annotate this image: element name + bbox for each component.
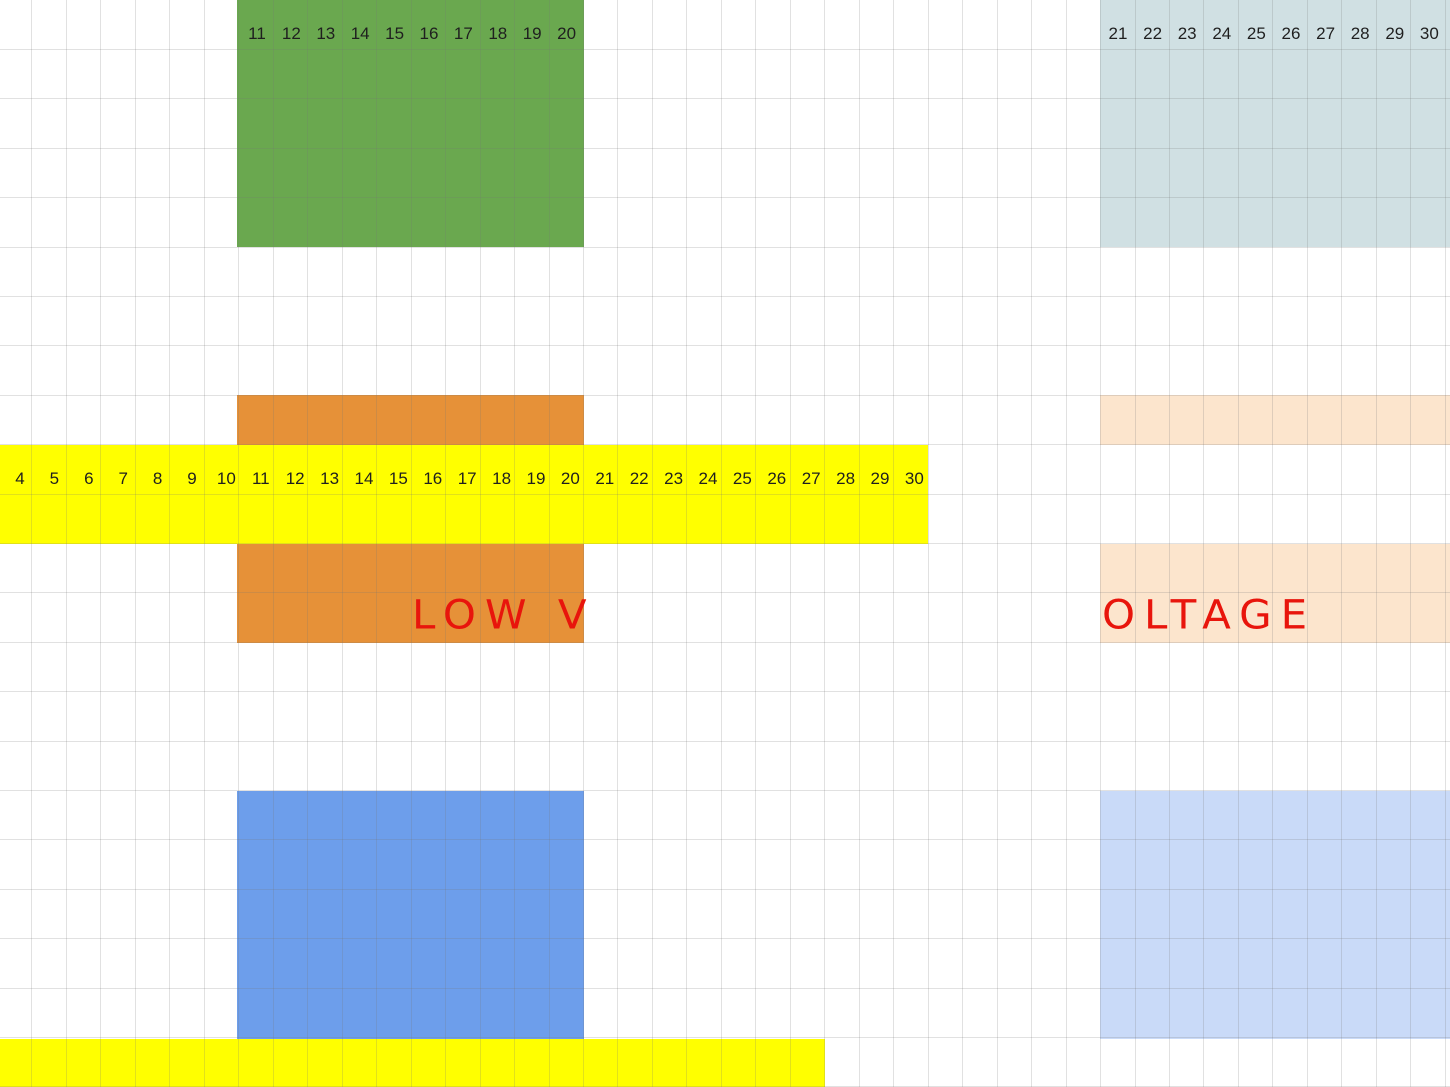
yellow-band-bottom[interactable]: [0, 1039, 825, 1087]
gray-label-28: 28: [1350, 24, 1370, 43]
gray-label-22: 22: [1143, 24, 1163, 43]
light-blue-block[interactable]: [1100, 791, 1450, 1039]
yellow-label-28: 28: [836, 469, 856, 488]
green-label-17: 17: [453, 24, 473, 43]
gray-label-24: 24: [1212, 24, 1232, 43]
green-label-16: 16: [419, 24, 439, 43]
green-label-18: 18: [488, 24, 508, 43]
spreadsheet-grid[interactable]: 11 12 13 14 15 16 17 18 19 20 21 22 23 24 25 26 27 28 29 3…: [0, 0, 1450, 1087]
green-label-14: 14: [350, 24, 370, 43]
yellow-label-10: 10: [216, 469, 236, 488]
gray-label-21: 21: [1108, 24, 1128, 43]
gray-label-30: 30: [1419, 24, 1439, 43]
yellow-label-19: 19: [526, 469, 546, 488]
yellow-label-8: 8: [152, 469, 163, 488]
yellow-label-26: 26: [767, 469, 787, 488]
gray-label-27: 27: [1316, 24, 1336, 43]
yellow-label-13: 13: [320, 469, 340, 488]
yellow-label-11: 11: [251, 469, 270, 488]
yellow-label-7: 7: [118, 469, 128, 488]
blue-block[interactable]: [237, 791, 584, 1039]
green-label-15: 15: [385, 24, 405, 43]
annotation-low-v: LOW V: [412, 591, 596, 638]
yellow-label-4: 4: [15, 469, 25, 488]
gray-label-26: 26: [1281, 24, 1301, 43]
yellow-label-20: 20: [560, 469, 580, 488]
yellow-label-24: 24: [698, 469, 718, 488]
green-label-13: 13: [316, 24, 336, 43]
green-label-20: 20: [557, 24, 577, 43]
annotation-oltage: OLTAGE: [1102, 591, 1317, 638]
yellow-label-12: 12: [285, 469, 305, 488]
green-label-11: 11: [248, 24, 266, 43]
light-orange-block-top[interactable]: [1100, 395, 1450, 445]
yellow-label-16: 16: [423, 469, 443, 488]
gray-label-23: 23: [1177, 24, 1197, 43]
yellow-label-21: 21: [595, 469, 615, 488]
gray-label-29: 29: [1385, 24, 1405, 43]
yellow-label-18: 18: [492, 469, 512, 488]
yellow-label-23: 23: [664, 469, 684, 488]
yellow-label-29: 29: [870, 469, 890, 488]
yellow-label-15: 15: [388, 469, 408, 488]
yellow-label-9: 9: [187, 469, 197, 488]
yellow-band-middle[interactable]: [0, 445, 928, 544]
green-label-12: 12: [281, 24, 301, 43]
yellow-label-17: 17: [457, 469, 477, 488]
yellow-label-25: 25: [732, 469, 752, 488]
orange-block-top[interactable]: [237, 395, 584, 445]
yellow-label-22: 22: [629, 469, 649, 488]
gray-label-25: 25: [1246, 24, 1266, 43]
yellow-label-6: 6: [84, 469, 94, 488]
green-label-19: 19: [522, 24, 542, 43]
yellow-label-5: 5: [49, 469, 60, 488]
yellow-label-27: 27: [801, 469, 821, 488]
yellow-label-30: 30: [904, 469, 924, 488]
yellow-label-14: 14: [354, 469, 374, 488]
